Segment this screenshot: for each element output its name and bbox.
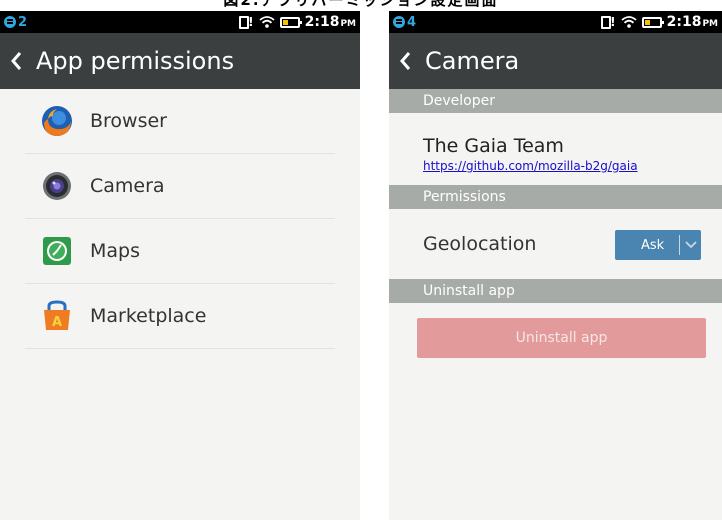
status-icons: 2:18PM [238, 13, 356, 31]
notification-icon [4, 16, 16, 28]
section-header-uninstall: Uninstall app [389, 279, 722, 303]
notification-icon [393, 16, 405, 28]
sim-icon [238, 15, 254, 29]
app-list: Browser Camera Maps A Marketplace [0, 89, 360, 349]
app-item-camera[interactable]: Camera [25, 154, 335, 219]
page-header: Camera [389, 33, 722, 89]
status-bar: 4 2:18PM [389, 11, 722, 33]
wifi-icon [259, 16, 275, 28]
page-title: Camera [425, 47, 520, 75]
chevron-down-icon [685, 241, 697, 249]
status-bar: 2 2:18PM [0, 11, 360, 33]
camera-permissions-screen: 4 2:18PM Camera Developer The Gaia Team … [389, 11, 722, 520]
maps-icon [43, 237, 71, 265]
developer-name: The Gaia Team [423, 135, 564, 157]
notification-count: 2 [18, 14, 28, 30]
app-item-browser[interactable]: Browser [25, 89, 335, 154]
svg-text:A: A [52, 315, 62, 330]
back-chevron-icon[interactable] [399, 51, 411, 71]
app-label: Maps [90, 240, 140, 262]
page-header: App permissions [0, 33, 360, 89]
clock-time: 2:18PM [666, 14, 718, 30]
uninstall-app-button[interactable]: Uninstall app [417, 318, 706, 358]
app-item-maps[interactable]: Maps [25, 219, 335, 284]
page-title: App permissions [36, 47, 235, 75]
geolocation-permission-select[interactable]: Ask [615, 230, 701, 260]
wifi-icon [621, 16, 637, 28]
select-value: Ask [641, 237, 665, 253]
firefox-icon [42, 106, 72, 136]
back-chevron-icon[interactable] [10, 51, 22, 71]
camera-icon [43, 172, 71, 200]
notification-indicator[interactable]: 2 [4, 14, 27, 30]
developer-link[interactable]: https://github.com/mozilla-b2g/gaia [423, 159, 638, 173]
figure-caption: 図2.アプリパーミッション設定画面 [223, 0, 499, 9]
clock-time: 2:18PM [304, 14, 356, 30]
permission-label-geolocation: Geolocation [423, 233, 537, 255]
app-label: Browser [90, 110, 167, 132]
app-label: Camera [90, 175, 165, 197]
select-divider [679, 235, 680, 255]
notification-count: 4 [407, 14, 417, 30]
notification-indicator[interactable]: 4 [393, 14, 416, 30]
status-icons: 2:18PM [600, 13, 718, 31]
marketplace-icon: A [44, 300, 70, 330]
app-label: Marketplace [90, 305, 207, 327]
section-header-developer: Developer [389, 89, 722, 113]
app-item-marketplace[interactable]: A Marketplace [25, 284, 335, 349]
sim-icon [600, 15, 616, 29]
battery-icon [279, 16, 302, 28]
section-header-permissions: Permissions [389, 185, 722, 209]
battery-icon [641, 16, 664, 28]
app-permissions-screen: 2 2:18PM App permissions Bro [0, 11, 360, 520]
